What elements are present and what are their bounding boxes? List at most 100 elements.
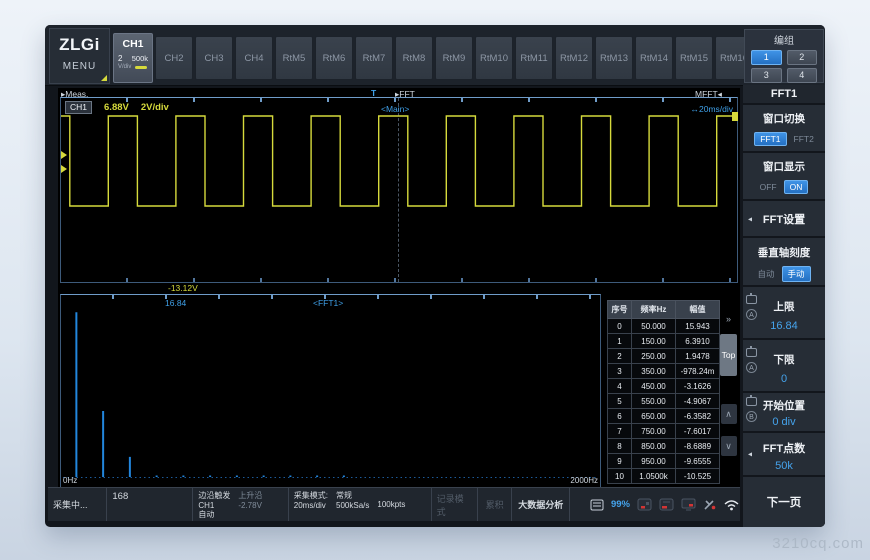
fft-points-section[interactable]: ◂ FFT点数 50k — [743, 433, 825, 475]
fft-table-row[interactable]: 1150.006.3910 — [608, 334, 720, 349]
scroll-up-icon[interactable]: ∧ — [721, 404, 737, 424]
next-page-button[interactable]: 下一页 — [743, 477, 825, 527]
lower-limit-section[interactable]: A 下限 0 — [743, 340, 825, 391]
knob-icon — [746, 295, 757, 304]
option-off[interactable]: OFF — [760, 182, 777, 192]
ch1-scale: 2 — [118, 54, 122, 63]
group-button-3[interactable]: 3 — [751, 68, 782, 83]
ch1-color-bar — [135, 66, 147, 69]
fft-table-row[interactable]: 4450.00-3.1626 — [608, 379, 720, 394]
group-button-2[interactable]: 2 — [787, 50, 818, 65]
tab-ch4[interactable]: CH4 — [235, 36, 273, 80]
fft-spectrum — [61, 295, 600, 487]
fft-table-row[interactable]: 6650.00-6.3582 — [608, 409, 720, 424]
tab-rtm14[interactable]: RtM14 — [635, 36, 673, 80]
watermark: 3210cq.com — [772, 535, 864, 552]
fft-table-row[interactable]: 050.00015.943 — [608, 319, 720, 334]
freq-right-label: 2000Hz — [570, 476, 598, 485]
freq-left-label: 0Hz — [63, 476, 77, 485]
ch1-unit: V/div — [118, 64, 131, 70]
window-switch-section[interactable]: 窗口切换 FFT1 FFT2 — [743, 105, 825, 151]
tab-rtm8[interactable]: RtM8 — [395, 36, 433, 80]
tools-icon[interactable] — [703, 498, 716, 511]
tab-rtm5[interactable]: RtM5 — [275, 36, 313, 80]
acquire-status: 采集中... — [48, 488, 107, 521]
knob-b-icon: B — [746, 411, 757, 422]
trigger-info[interactable]: 边沿触发 CH1 自动 上升沿 -2.78V — [193, 488, 288, 521]
window-display-section[interactable]: 窗口显示 OFF ON — [743, 153, 825, 199]
tab-rtm7[interactable]: RtM7 — [355, 36, 393, 80]
fft-table-body: 050.00015.9431150.006.39102250.001.94783… — [608, 319, 720, 484]
time-right-label: 106.000ms — [693, 283, 735, 293]
tab-rtm10[interactable]: RtM10 — [475, 36, 513, 80]
fft-table-row[interactable]: 3350.00-978.24m — [608, 364, 720, 379]
jump-icon[interactable]: » — [721, 314, 737, 324]
storage-icon[interactable] — [590, 499, 604, 511]
tab-rtm11[interactable]: RtM11 — [515, 36, 553, 80]
tab-ch1[interactable]: CH1 2 500k V/div — [113, 33, 153, 83]
upper-limit-section[interactable]: A 上限 16.84 — [743, 287, 825, 338]
fft-table-row[interactable]: 7750.00-7.6017 — [608, 424, 720, 439]
tab-rtm12[interactable]: RtM12 — [555, 36, 593, 80]
big-data-button[interactable]: 大数据分析 — [512, 488, 569, 521]
start-position-section[interactable]: B 开始位置 0 div — [743, 393, 825, 431]
fft-table-scroll-strip: » Top ∧ ∨ — [720, 300, 737, 484]
fft-table-header: 序号频率Hz幅值 — [608, 301, 720, 319]
group-buttons: 1234 — [745, 47, 823, 86]
record-mode-button[interactable]: 记录模式 — [432, 488, 478, 521]
battery-percent: 99% — [611, 499, 630, 510]
fft-table-panel: 序号频率Hz幅值 050.00015.9431150.006.39102250.… — [607, 300, 737, 484]
fft-table-row[interactable]: 101.0500k-10.525 — [608, 469, 720, 484]
usb-device-icon[interactable] — [637, 498, 652, 511]
channel-marker-icon[interactable] — [61, 151, 67, 159]
time-left-label: -94.000ms — [61, 283, 101, 293]
fft-settings-button[interactable]: ◂ FFT设置 — [743, 201, 825, 236]
side-panel-title: FFT1 — [743, 85, 825, 103]
submenu-arrow-icon: ◂ — [748, 214, 752, 223]
option-fft1[interactable]: FFT1 — [754, 132, 786, 146]
trigger-level-marker[interactable] — [732, 112, 738, 121]
option-manual[interactable]: 手动 — [782, 266, 811, 282]
vertical-scale-section[interactable]: 垂直轴刻度 自动 手动 — [743, 238, 825, 285]
tab-rtm9[interactable]: RtM9 — [435, 36, 473, 80]
zlg-logo: ZLGi — [50, 35, 109, 55]
fft-table-row[interactable]: 8850.00-8.6889 — [608, 439, 720, 454]
menu-label: MENU — [50, 61, 109, 72]
oscilloscope-window: ZLGi MENU CH1 2 500k V/div CH2CH3CH4RtM5… — [45, 25, 825, 527]
accumulate-button[interactable]: 累积 — [478, 488, 513, 521]
top-button[interactable]: Top — [720, 334, 737, 376]
waveform-window[interactable]: CH1 6.88V 2V/div <Main> ↔20ms/div — [60, 97, 738, 283]
menu-corner-icon — [101, 75, 107, 81]
option-auto[interactable]: 自动 — [757, 268, 774, 280]
time-axis-labels: -94.000ms -13.12V 106.000ms — [60, 283, 736, 294]
tab-ch2[interactable]: CH2 — [155, 36, 193, 80]
fft-table: 序号频率Hz幅值 050.00015.9431150.006.39102250.… — [607, 300, 720, 484]
fft-table-row[interactable]: 9950.00-9.6555 — [608, 454, 720, 469]
status-bar: 采集中... 168 边沿触发 CH1 自动 上升沿 -2.78V 采集模式: … — [48, 487, 740, 521]
fft-window[interactable]: 16.84 <FFT1> 0Hz 2000Hz — [60, 294, 601, 488]
acquisition-info[interactable]: 采集模式: 20ms/div 常规 500kSa/s 100kpts — [289, 488, 432, 521]
wifi-icon[interactable] — [723, 498, 740, 511]
group-button-1[interactable]: 1 — [751, 50, 782, 65]
tab-rtm15[interactable]: RtM15 — [675, 36, 713, 80]
fft-table-row[interactable]: 5550.00-4.9067 — [608, 394, 720, 409]
knob-a-icon: A — [746, 309, 757, 320]
tab-rtm13[interactable]: RtM13 — [595, 36, 633, 80]
tab-strip: CH1 2 500k V/div CH2CH3CH4RtM5RtM6RtM7Rt… — [113, 33, 753, 81]
group-panel: 编组 1234 — [744, 29, 824, 83]
display-icon[interactable] — [681, 498, 696, 511]
knob-icon — [746, 348, 757, 357]
tab-ch3[interactable]: CH3 — [195, 36, 233, 80]
option-fft2[interactable]: FFT2 — [794, 134, 814, 144]
tab-rtm6[interactable]: RtM6 — [315, 36, 353, 80]
menu-button[interactable]: ZLGi MENU — [49, 28, 110, 84]
fft-table-row[interactable]: 2250.001.9478 — [608, 349, 720, 364]
group-title: 编组 — [745, 32, 823, 47]
ground-marker-icon[interactable] — [61, 165, 67, 173]
option-on[interactable]: ON — [784, 180, 809, 194]
upper-limit-value: 16.84 — [743, 320, 825, 332]
knob-a-icon: A — [746, 362, 757, 373]
group-button-4[interactable]: 4 — [787, 68, 818, 83]
usb-storage-icon[interactable] — [659, 498, 674, 511]
scroll-down-icon[interactable]: ∨ — [721, 436, 737, 456]
